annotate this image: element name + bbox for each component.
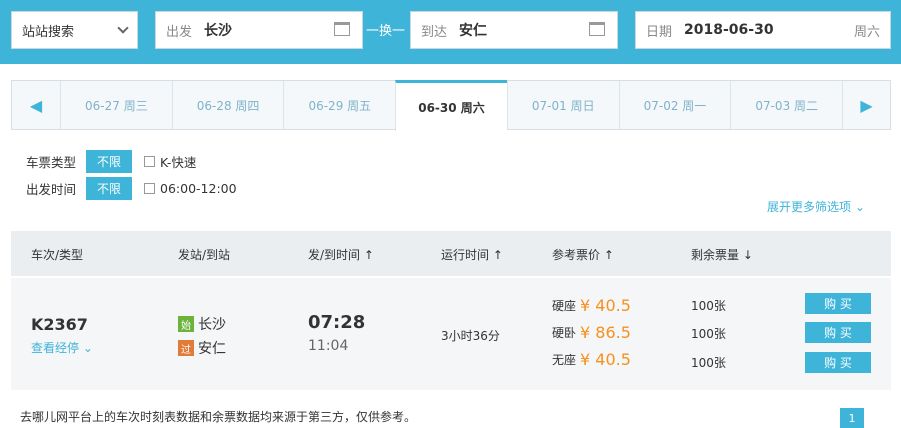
date-label: 日期: [646, 24, 673, 40]
filter-name: 车票类型: [26, 155, 77, 170]
checkbox[interactable]: [144, 156, 156, 167]
swap-label: 换: [379, 24, 393, 39]
search-bar: 站站搜索 出发 长沙 一换一 到达 安仁 日期 2018-06-30 周六: [0, 0, 901, 64]
date-field[interactable]: 日期 2018-06-30 周六: [635, 11, 891, 49]
next-date-icon[interactable]: ▶: [842, 81, 890, 129]
col-train: 车次/类型: [31, 248, 84, 262]
buy-button[interactable]: 购 买: [805, 293, 871, 314]
seat-type: 硬卧: [552, 326, 577, 340]
table-row: K2367 查看经停 ⌄ 始 长沙 过 安仁 07:28 11:04 3小时36…: [11, 278, 891, 390]
from-station: 始 长沙: [178, 314, 226, 334]
seat-price: ¥ 40.5: [580, 350, 631, 369]
chevron-down-icon: ⌄: [854, 200, 865, 214]
disclaimer: 去哪儿网平台上的车次时刻表数据和余票数据均来源于第三方，仅供参考。: [20, 410, 417, 424]
search-type-label: 站站搜索: [22, 24, 75, 40]
depart-time: 07:28: [308, 312, 366, 333]
route-label: 查看经停: [31, 341, 80, 355]
page-1-button[interactable]: 1: [840, 408, 864, 428]
checkbox[interactable]: [144, 183, 156, 194]
col-remaining[interactable]: 剩余票量 ↓: [691, 246, 753, 263]
date-tab[interactable]: 07-01 周日: [506, 81, 619, 129]
search-type-select[interactable]: 站站搜索: [11, 11, 138, 49]
to-station-name: 安仁: [198, 341, 226, 357]
pass-badge: 过: [178, 340, 194, 356]
remaining: 100张: [691, 327, 726, 341]
filter-depart-time: 出发时间 不限 06:00-12:00: [26, 177, 237, 200]
date-tab[interactable]: 06-28 周四: [171, 81, 284, 129]
view-route-link[interactable]: 查看经停 ⌄: [31, 339, 93, 356]
remaining: 100张: [691, 356, 726, 370]
seat-row: 硬座 ¥ 40.5: [552, 296, 631, 315]
start-badge: 始: [178, 316, 194, 332]
to-station-field[interactable]: 到达 安仁: [410, 11, 618, 49]
station-list-icon[interactable]: [334, 22, 350, 36]
from-station-name: 长沙: [198, 317, 226, 333]
to-label: 到达: [421, 24, 448, 40]
date-tab-active[interactable]: 06-30 周六: [395, 80, 507, 131]
date-tab[interactable]: 07-03 周二: [730, 81, 842, 129]
seat-type: 硬座: [552, 299, 577, 313]
filter-ticket-type: 车票类型 不限 K-快速: [26, 150, 196, 173]
date-tab[interactable]: 06-27 周三: [60, 81, 172, 129]
seat-row: 硬卧 ¥ 86.5: [552, 323, 631, 342]
chevron-down-icon: ⌄: [82, 341, 93, 355]
arrive-time: 11:04: [308, 338, 349, 354]
date-tabs: ◀ 06-27 周三 06-28 周四 06-29 周五 06-30 周六 07…: [11, 80, 891, 131]
remaining: 100张: [691, 299, 726, 313]
filter-all-tag[interactable]: 不限: [86, 177, 133, 200]
seat-row: 无座 ¥ 40.5: [552, 350, 631, 369]
from-label: 出发: [166, 24, 193, 40]
filter-name: 出发时间: [26, 182, 77, 197]
train-number: K2367: [31, 315, 88, 334]
col-price[interactable]: 参考票价 ↑: [552, 246, 614, 263]
duration: 3小时36分: [441, 329, 500, 343]
swap-button[interactable]: 一换一: [366, 20, 405, 39]
seat-type: 无座: [552, 353, 577, 367]
table-header: 车次/类型 发站/到站 发/到时间 ↑ 运行时间 ↑ 参考票价 ↑ 剩余票量 ↓: [11, 231, 891, 276]
col-times[interactable]: 发/到时间 ↑: [308, 246, 374, 263]
more-filters-link[interactable]: 展开更多筛选项 ⌄: [767, 198, 865, 215]
date-value: 2018-06-30: [684, 22, 774, 38]
station-list-icon[interactable]: [589, 22, 605, 36]
seat-price: ¥ 40.5: [580, 296, 631, 315]
to-station: 过 安仁: [178, 338, 226, 358]
date-tab[interactable]: 07-02 周一: [618, 81, 731, 129]
seat-price: ¥ 86.5: [580, 323, 631, 342]
col-duration[interactable]: 运行时间 ↑: [441, 246, 503, 263]
filter-option[interactable]: K-快速: [160, 152, 196, 171]
prev-date-icon[interactable]: ◀: [12, 81, 60, 129]
chevron-down-icon: [117, 22, 129, 34]
filter-all-tag[interactable]: 不限: [86, 150, 133, 173]
to-value: 安仁: [459, 23, 488, 39]
date-tab[interactable]: 06-29 周五: [283, 81, 395, 129]
filter-option[interactable]: 06:00-12:00: [160, 181, 237, 196]
buy-button[interactable]: 购 买: [805, 322, 871, 343]
from-value: 长沙: [204, 23, 233, 39]
buy-button[interactable]: 购 买: [805, 352, 871, 373]
weekday-label: 周六: [853, 24, 880, 40]
more-filters-label: 展开更多筛选项: [767, 200, 852, 214]
col-stations: 发站/到站: [178, 248, 231, 262]
from-station-field[interactable]: 出发 长沙: [155, 11, 363, 49]
